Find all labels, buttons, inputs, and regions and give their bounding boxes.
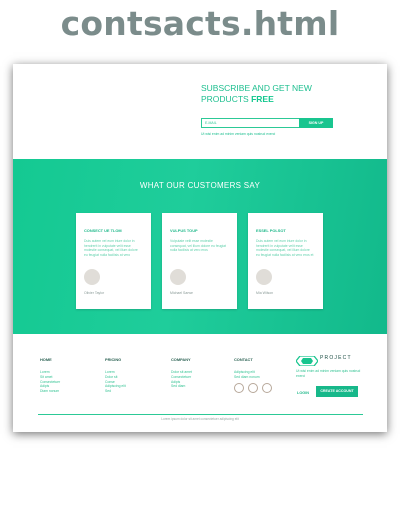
footer-logo[interactable]: PROJECT [295, 353, 356, 367]
testimonial-text: Duis autem vel eum iriure dolor in hendr… [256, 239, 314, 257]
footer-link[interactable]: Consectetuer [171, 375, 192, 380]
twitter-icon[interactable] [248, 383, 258, 393]
footer-heading: PRICING [105, 357, 122, 362]
testimonials-title: WHAT OUR CUSTOMERS SAY [139, 181, 261, 190]
subscribe-form: E-MAIL SIGN UP [201, 118, 334, 128]
testimonial-text: Vulputate velit esse molestie consequat,… [170, 239, 226, 252]
footer-divider [38, 414, 363, 415]
testimonial-name: VULPUS TOUP [170, 228, 198, 233]
testimonial-text: Duis autem vel eum iriure dolor in hendr… [84, 239, 138, 257]
file-title: contsacts.html [60, 4, 340, 43]
instagram-icon[interactable] [262, 383, 272, 393]
testimonials-section: WHAT OUR CUSTOMERS SAY CONSECT UE TLOM D… [13, 159, 387, 334]
login-link[interactable]: LOGIN [297, 391, 309, 395]
footer-column-pricing: PRICING Lorem Dolor sit Conse Adipiscing… [105, 357, 126, 394]
create-account-button[interactable]: CREATE ACCOUNT [316, 386, 358, 397]
footer-heading: COMPANY [171, 357, 191, 362]
testimonial-card: VULPUS TOUP Vulputate velit esse molesti… [162, 213, 237, 309]
footer-column-contact: CONTACT Adipiscing elit Sed diam nonum [234, 357, 260, 380]
testimonial-name: CONSECT UE TLOM [84, 228, 122, 233]
logo-text: PROJECT [320, 355, 352, 361]
testimonial-name: ESSEL POLSOT [256, 228, 286, 233]
footer-heading: CONTACT [234, 357, 253, 362]
avatar [256, 269, 272, 285]
footer-column-home: HOME Lorem Sit amet Consectetuer Adipis … [40, 357, 60, 394]
copyright-text: Lorem ipsum dolor sit amet consectetuer … [161, 417, 239, 421]
footer-column-company: COMPANY Dolor sit amet Consectetuer Adip… [171, 357, 192, 389]
footer-link[interactable]: Sed [105, 389, 126, 394]
facebook-icon[interactable] [234, 383, 244, 393]
page-mockup: SUBSCRIBE AND GET NEW PRODUCTS FREE E-MA… [13, 64, 387, 432]
testimonial-author: Mia Wilson [256, 291, 274, 295]
footer-link[interactable]: Sed diam [171, 384, 192, 389]
avatar [170, 269, 186, 285]
subscribe-title: SUBSCRIBE AND GET NEW PRODUCTS FREE [201, 83, 361, 105]
email-field[interactable]: E-MAIL [201, 118, 303, 128]
avatar [84, 269, 100, 285]
project-logo-icon [295, 355, 319, 367]
testimonial-card: ESSEL POLSOT Duis autem vel eum iriure d… [248, 213, 323, 309]
testimonial-card: CONSECT UE TLOM Duis autem vel eum iriur… [76, 213, 151, 309]
footer-heading: HOME [40, 357, 52, 362]
subscribe-note: Ut wisi enim ad minim veniam quis nostru… [201, 132, 276, 136]
testimonial-author: Michael Sarwe [170, 291, 193, 295]
subscribe-title-emphasis: FREE [251, 94, 274, 104]
footer-about-text: Ut wisi enim ad minim veniam quis nostru… [296, 369, 361, 378]
footer-link[interactable]: Sed diam nonum [234, 375, 260, 380]
footer-link[interactable]: Diam nonum [40, 389, 60, 394]
sign-up-button[interactable]: SIGN UP [299, 118, 333, 128]
testimonial-author: Olivier Taylor [84, 291, 105, 295]
